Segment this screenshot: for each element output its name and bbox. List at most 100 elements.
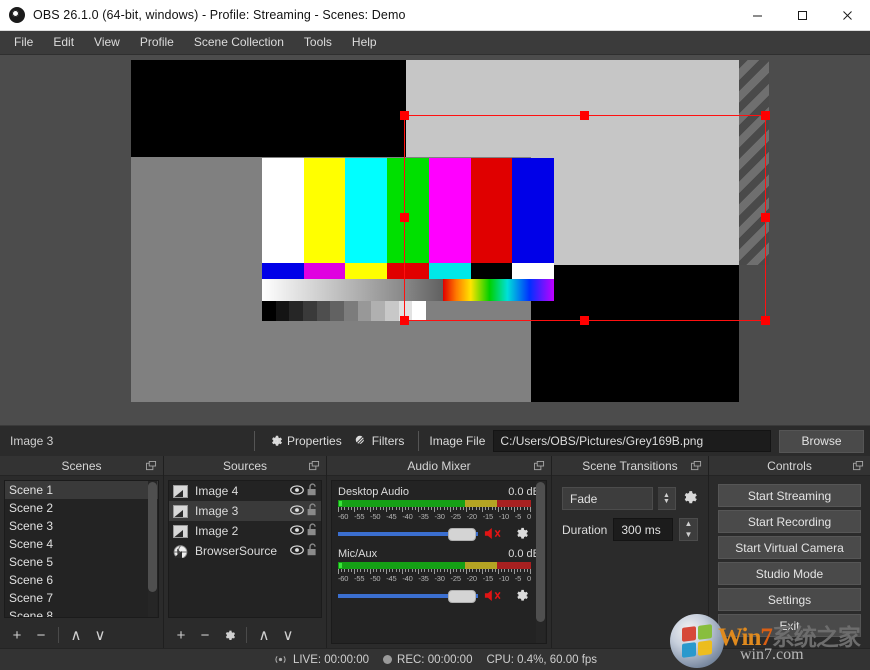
float-dock-icon[interactable] [691, 461, 702, 471]
start-virtual-camera-button[interactable]: Start Virtual Camera [718, 536, 861, 559]
globe-icon [173, 545, 188, 558]
remove-scene-button[interactable]: − [30, 624, 52, 646]
toolbar-divider-1 [254, 431, 255, 451]
scale-tick: -20 [467, 574, 477, 583]
mixer-scrollbar-thumb[interactable] [536, 482, 545, 622]
source-item-label: Image 4 [195, 484, 289, 498]
scene-item[interactable]: Scene 4 [5, 535, 158, 553]
remove-source-button[interactable]: − [194, 624, 216, 646]
spinner-down-icon[interactable]: ▼ [680, 530, 697, 541]
source-item[interactable]: Image 4 [169, 481, 321, 501]
scale-tick: -15 [483, 512, 493, 521]
image-file-path-input[interactable]: C:/Users/OBS/Pictures/Grey169B.png [493, 430, 771, 452]
transition-select-arrows[interactable]: ▲ ▼ [658, 487, 676, 510]
volume-slider[interactable] [338, 589, 478, 603]
exit-button[interactable]: Exit [718, 614, 861, 637]
scenes-list[interactable]: Scene 1 Scene 2 Scene 3 Scene 4 Scene 5 … [4, 480, 159, 618]
scene-item[interactable]: Scene 2 [5, 499, 158, 517]
spinner-up-icon[interactable]: ▲ [680, 519, 697, 530]
volume-slider-knob[interactable] [448, 590, 476, 603]
menu-profile[interactable]: Profile [130, 32, 184, 53]
meter-ticks [338, 569, 531, 574]
chevron-down-icon: ▼ [663, 499, 670, 505]
preview-canvas[interactable] [131, 60, 739, 402]
browse-button[interactable]: Browse [779, 430, 864, 453]
maximize-button[interactable] [780, 0, 825, 31]
scenes-dock-title: Scenes [0, 456, 163, 476]
menu-file[interactable]: File [4, 32, 43, 53]
eye-icon[interactable] [289, 524, 304, 538]
scene-item[interactable]: Scene 7 [5, 589, 158, 607]
eye-icon[interactable] [289, 484, 304, 498]
mute-button[interactable] [483, 526, 505, 541]
menu-view[interactable]: View [84, 32, 130, 53]
duration-input[interactable]: 300 ms [613, 518, 673, 541]
transition-select[interactable]: Fade [562, 487, 653, 510]
menu-tools[interactable]: Tools [294, 32, 342, 53]
properties-button[interactable]: Properties [263, 431, 348, 451]
eye-icon[interactable] [289, 544, 304, 558]
mute-button[interactable] [483, 588, 505, 603]
scene-item[interactable]: Scene 1 [5, 481, 158, 499]
add-scene-button[interactable]: + [6, 624, 28, 646]
gear-icon [269, 434, 283, 448]
dock-row: Scenes Scene 1 Scene 2 Scene 3 Scene 4 S… [0, 456, 870, 648]
move-source-up-button[interactable]: ∧ [253, 624, 275, 646]
source-item[interactable]: BrowserSource [169, 541, 321, 561]
scene-item[interactable]: Scene 5 [5, 553, 158, 571]
start-streaming-button[interactable]: Start Streaming [718, 484, 861, 507]
channel-settings-button[interactable] [510, 588, 532, 603]
mixer-channel: Desktop Audio 0.0 dB -60 -55 -50 -45 -40 [338, 486, 540, 541]
rec-timer: REC: 00:00:00 [397, 654, 472, 666]
scale-tick: 0 [527, 574, 531, 583]
transition-settings-button[interactable] [681, 489, 698, 509]
source-item[interactable]: Image 3 [169, 501, 321, 521]
move-source-down-button[interactable]: ∨ [277, 624, 299, 646]
duration-spinner[interactable]: ▲ ▼ [679, 518, 698, 541]
menu-scene-collection[interactable]: Scene Collection [184, 32, 294, 53]
channel-settings-button[interactable] [510, 526, 532, 541]
source-settings-button[interactable] [218, 624, 240, 646]
unlock-icon[interactable] [304, 503, 321, 519]
float-dock-icon[interactable] [146, 461, 157, 471]
sources-list[interactable]: Image 4 Image 3 [168, 480, 322, 618]
unlock-icon[interactable] [304, 523, 321, 539]
gear-icon [514, 526, 529, 541]
scene-item[interactable]: Scene 8 [5, 607, 158, 618]
preview-area[interactable] [0, 55, 870, 425]
gear-icon [223, 629, 236, 642]
menu-help[interactable]: Help [342, 32, 387, 53]
resize-handle-bottom-right[interactable] [761, 316, 770, 325]
scene-item[interactable]: Scene 3 [5, 517, 158, 535]
cpu-status: CPU: 0.4%, 60.00 fps [486, 654, 597, 666]
color-bars-secondary [262, 263, 554, 279]
settings-button[interactable]: Settings [718, 588, 861, 611]
source-item[interactable]: Image 2 [169, 521, 321, 541]
scale-tick: -10 [499, 574, 509, 583]
scale-tick: -30 [434, 512, 444, 521]
add-source-button[interactable]: + [170, 624, 192, 646]
sources-footer-divider [246, 627, 247, 643]
scene-item[interactable]: Scene 6 [5, 571, 158, 589]
filters-button[interactable]: Filters [348, 431, 411, 451]
channel-name: Mic/Aux [338, 548, 377, 560]
move-scene-down-button[interactable]: ∨ [89, 624, 111, 646]
obs-main-window: OBS 26.1.0 (64-bit, windows) - Profile: … [0, 0, 870, 670]
volume-slider-knob[interactable] [448, 528, 476, 541]
move-scene-up-button[interactable]: ∧ [65, 624, 87, 646]
float-dock-icon[interactable] [309, 461, 320, 471]
unlock-icon[interactable] [304, 543, 321, 559]
studio-mode-button[interactable]: Studio Mode [718, 562, 861, 585]
minimize-button[interactable] [735, 0, 780, 31]
float-dock-icon[interactable] [853, 461, 864, 471]
start-recording-button[interactable]: Start Recording [718, 510, 861, 533]
menu-edit[interactable]: Edit [43, 32, 84, 53]
scale-tick: -55 [354, 574, 364, 583]
volume-slider[interactable] [338, 527, 478, 541]
float-dock-icon[interactable] [534, 461, 545, 471]
close-button[interactable] [825, 0, 870, 31]
transitions-title-label: Scene Transitions [582, 459, 677, 473]
eye-icon[interactable] [289, 504, 304, 518]
unlock-icon[interactable] [304, 483, 321, 499]
scenes-scrollbar-thumb[interactable] [148, 482, 157, 592]
